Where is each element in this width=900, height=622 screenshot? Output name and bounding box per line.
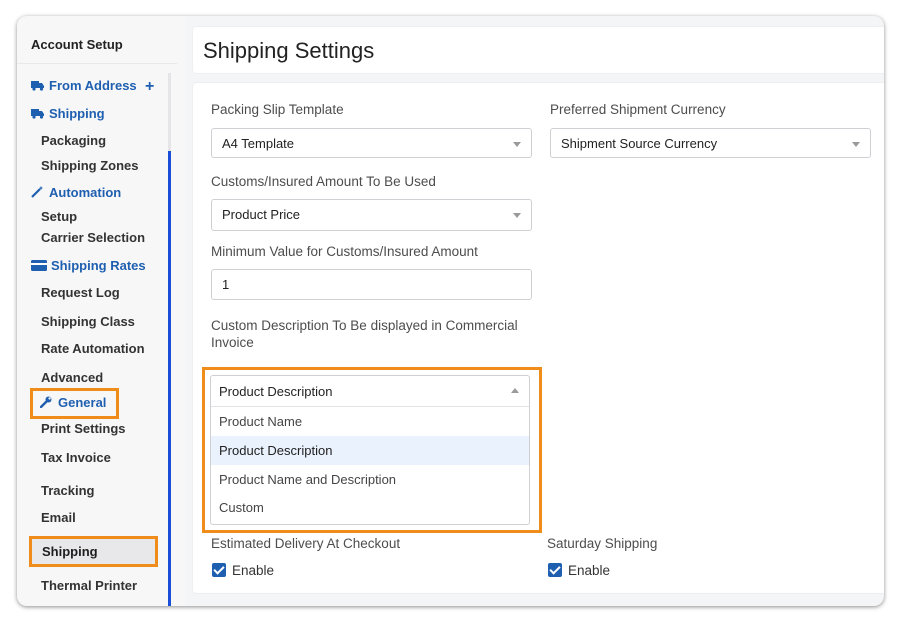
sidebar-item-shipping-section[interactable]: Shipping	[31, 106, 105, 122]
sidebar-item-shipping-active[interactable]: Shipping	[29, 536, 158, 567]
page-header: Shipping Settings	[193, 27, 884, 73]
sidebar-item-label: Shipping Rates	[51, 258, 146, 273]
sidebar-item-advanced[interactable]: Advanced	[41, 370, 103, 385]
estimated-delivery-checkbox[interactable]: Enable	[212, 563, 274, 578]
saturday-shipping-label: Saturday Shipping	[547, 536, 658, 551]
sidebar-item-rate-automation[interactable]: Rate Automation	[41, 341, 145, 356]
customs-amount-value: Product Price	[222, 207, 301, 222]
min-value-input[interactable]: 1	[211, 269, 532, 300]
sidebar-item-setup[interactable]: Setup	[41, 209, 77, 224]
sidebar-item-shipping-rates[interactable]: Shipping Rates	[31, 258, 146, 274]
currency-label: Preferred Shipment Currency	[550, 102, 726, 117]
credit-card-icon	[31, 259, 47, 274]
sidebar-item-print-settings[interactable]: Print Settings	[41, 421, 126, 436]
truck-icon	[31, 107, 45, 122]
min-value-label: Minimum Value for Customs/Insured Amount	[211, 244, 478, 259]
checkbox-checked-icon[interactable]	[548, 563, 562, 577]
checkbox-label: Enable	[232, 563, 275, 578]
dropdown-option[interactable]: Product Name and Description	[211, 465, 529, 494]
sidebar-item-general[interactable]: General	[39, 395, 107, 411]
plus-icon[interactable]: +	[145, 78, 154, 96]
custom-description-current[interactable]: Product Description	[211, 376, 529, 407]
dropdown-option[interactable]: Custom	[211, 493, 529, 522]
chevron-down-icon	[513, 213, 521, 218]
selected-value: Product Description	[219, 384, 333, 399]
customs-amount-select[interactable]: Product Price	[211, 199, 532, 231]
chevron-down-icon	[852, 142, 860, 147]
sidebar-item-packaging[interactable]: Packaging	[41, 133, 106, 148]
packing-slip-select[interactable]: A4 Template	[211, 128, 532, 158]
divider	[17, 63, 177, 64]
sidebar-title: Account Setup	[31, 37, 123, 52]
sidebar-item-label: General	[58, 395, 107, 410]
sidebar-item-tracking[interactable]: Tracking	[41, 483, 94, 498]
sidebar-item-shipping-class[interactable]: Shipping Class	[41, 314, 135, 329]
chevron-down-icon	[513, 142, 521, 147]
wrench-icon	[39, 396, 54, 411]
checkbox-label: Enable	[568, 563, 611, 578]
sidebar-item-shipping-zones[interactable]: Shipping Zones	[41, 158, 139, 173]
packing-slip-label: Packing Slip Template	[211, 102, 344, 117]
sidebar-item-tax-invoice[interactable]: Tax Invoice	[41, 450, 111, 465]
custom-description-select[interactable]: Product Description Product Name Product…	[210, 375, 530, 525]
sidebar-item-label: Automation	[49, 185, 122, 200]
chevron-up-icon	[511, 388, 519, 393]
customs-amount-label: Customs/Insured Amount To Be Used	[211, 174, 436, 189]
estimated-delivery-label: Estimated Delivery At Checkout	[211, 536, 401, 551]
truck-icon	[31, 79, 45, 94]
sidebar-item-label: Shipping	[49, 106, 105, 121]
sidebar-item-label: From Address	[49, 78, 137, 93]
currency-value: Shipment Source Currency	[561, 136, 718, 151]
sidebar-item-email[interactable]: Email	[41, 510, 76, 525]
settings-form: Packing Slip Template A4 Template Prefer…	[193, 83, 884, 593]
checkbox-checked-icon[interactable]	[212, 563, 226, 577]
sidebar-item-automation[interactable]: Automation	[31, 185, 121, 201]
sidebar-item-from-address[interactable]: From Address	[31, 78, 137, 94]
sidebar-item-thermal-printer[interactable]: Thermal Printer	[41, 578, 137, 593]
min-value-value: 1	[222, 277, 230, 292]
dropdown-option[interactable]: Product Name	[211, 407, 529, 436]
sidebar-item-request-log[interactable]: Request Log	[41, 285, 120, 300]
custom-description-highlight: Product Description Product Name Product…	[202, 367, 542, 533]
dropdown-option-selected[interactable]: Product Description	[211, 436, 529, 465]
custom-description-label: Custom Description To Be displayed in Co…	[211, 318, 518, 350]
scrollbar-thumb[interactable]	[168, 151, 171, 606]
app-window: Account Setup From Address + Shipping Pa…	[17, 16, 884, 606]
packing-slip-value: A4 Template	[222, 136, 295, 151]
sidebar-item-carrier-selection[interactable]: Carrier Selection	[41, 230, 145, 245]
page-title: Shipping Settings	[203, 38, 375, 63]
currency-select[interactable]: Shipment Source Currency	[550, 128, 871, 158]
sidebar: Account Setup From Address + Shipping Pa…	[17, 16, 185, 606]
saturday-shipping-checkbox[interactable]: Enable	[548, 563, 610, 578]
magic-wand-icon	[31, 186, 45, 201]
